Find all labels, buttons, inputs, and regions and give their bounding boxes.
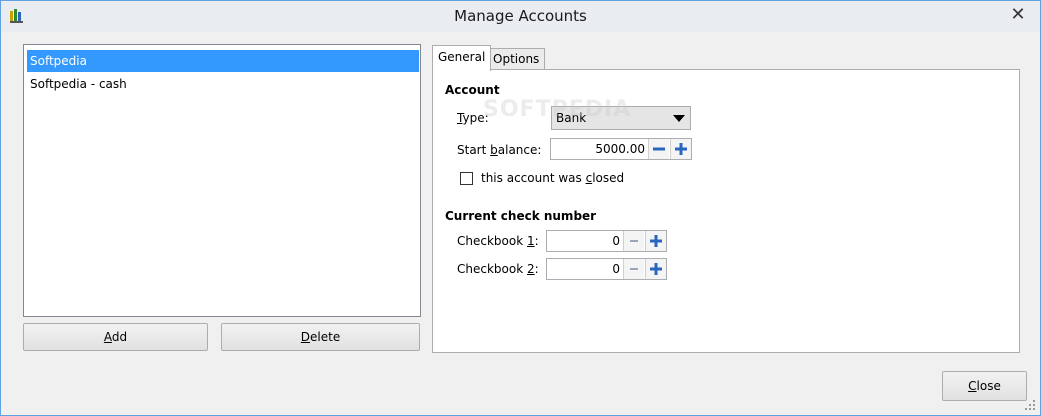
checkbook1-stepper[interactable]: 0: [546, 230, 667, 252]
add-label-rest: dd: [111, 330, 128, 344]
general-tab-panel: Account Type: Bank Start balance: 5000.0…: [432, 69, 1020, 353]
checkbook2-value[interactable]: 0: [612, 259, 620, 279]
checkbook1-value[interactable]: 0: [612, 231, 620, 251]
list-item[interactable]: Softpedia - cash: [27, 73, 419, 95]
account-closed-label: this account was closed: [481, 171, 624, 185]
close-button[interactable]: Close: [942, 371, 1027, 401]
tab-general[interactable]: General: [432, 45, 492, 71]
add-mnemonic: A: [103, 330, 112, 344]
checkbook1-label: Checkbook 1:: [457, 234, 539, 248]
start-balance-stepper[interactable]: 5000.00: [550, 138, 692, 160]
start-balance-label-pre: Start: [457, 143, 491, 157]
account-closed-checkbox[interactable]: [460, 172, 473, 185]
delete-mnemonic: D: [300, 330, 311, 344]
manage-accounts-window: Manage Accounts ✕ Softpedia Softpedia - …: [0, 0, 1041, 416]
checkbook2-label-pre: Checkbook: [457, 262, 527, 276]
checkbook2-label: Checkbook 2:: [457, 262, 539, 276]
list-item[interactable]: Softpedia: [27, 50, 419, 72]
close-mnemonic: C: [968, 379, 977, 393]
checkbook2-label-rest: :: [534, 262, 539, 276]
checkbook1-label-pre: Checkbook: [457, 234, 527, 248]
plus-icon[interactable]: [645, 231, 666, 251]
start-balance-mnemonic: b: [490, 143, 498, 157]
start-balance-value[interactable]: 5000.00: [595, 139, 645, 159]
window-title: Manage Accounts: [454, 7, 587, 25]
window-close-icon[interactable]: ✕: [1004, 4, 1032, 26]
plus-icon[interactable]: [670, 139, 691, 159]
account-type-value: Bank: [556, 111, 587, 125]
checkbook1-mnemonic: 1: [526, 234, 535, 248]
checkbook1-label-rest: :: [534, 234, 539, 248]
checkbook2-stepper[interactable]: 0: [546, 258, 667, 280]
add-account-button[interactable]: Add: [23, 323, 208, 351]
account-heading: Account: [445, 83, 500, 97]
close-label-rest: lose: [976, 379, 1001, 393]
tab-options[interactable]: Options: [487, 48, 546, 69]
minus-icon[interactable]: [648, 139, 669, 159]
start-balance-label: Start balance:: [457, 143, 541, 157]
resize-grip-icon[interactable]: [1024, 399, 1036, 411]
checkbook2-mnemonic: 2: [526, 262, 535, 276]
dropdown-arrow-icon: [673, 115, 685, 122]
accounts-list[interactable]: Softpedia Softpedia - cash: [23, 44, 421, 317]
start-balance-label-rest: alance:: [497, 143, 542, 157]
minus-icon[interactable]: [623, 259, 644, 279]
closed-label-rest: losed: [592, 171, 625, 185]
plus-icon[interactable]: [645, 259, 666, 279]
type-label: Type:: [457, 111, 489, 125]
delete-label-rest: elete: [310, 330, 341, 344]
title-bar[interactable]: Manage Accounts ✕: [1, 1, 1040, 32]
closed-label-pre: this account was: [481, 171, 586, 185]
account-type-select[interactable]: Bank: [551, 106, 691, 130]
check-number-heading: Current check number: [445, 209, 597, 223]
minus-icon[interactable]: [623, 231, 644, 251]
type-label-rest: ype:: [462, 111, 489, 125]
delete-account-button[interactable]: Delete: [221, 323, 420, 351]
